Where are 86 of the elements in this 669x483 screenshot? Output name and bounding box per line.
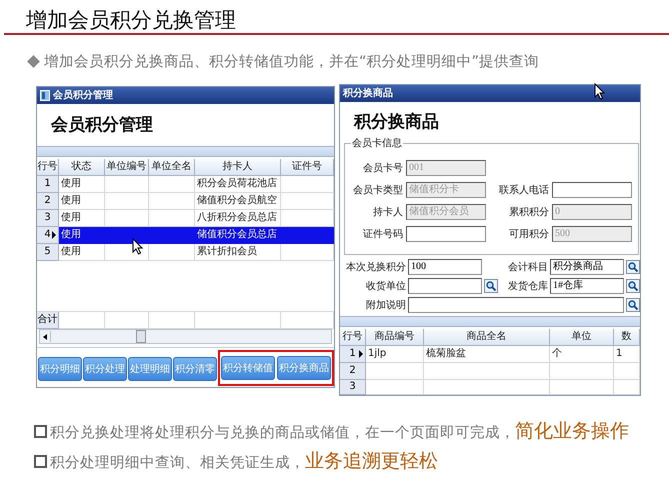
column-header[interactable]: 数 bbox=[614, 329, 640, 346]
table-cell: 储值积分会员总店 bbox=[195, 227, 281, 244]
field-label: 会计科目 bbox=[507, 260, 548, 274]
row-number-cell: 4 bbox=[37, 227, 59, 244]
input-field[interactable]: 1#仓库 bbox=[550, 278, 624, 294]
table-cell: 个 bbox=[550, 346, 614, 363]
table-cell bbox=[614, 380, 640, 395]
column-header[interactable]: 行号 bbox=[37, 159, 59, 176]
note-text: 积分兑换处理将处理积分与兑换的商品或储值，在一个页面即可完成，简化业务操作 bbox=[50, 419, 629, 444]
slide-title: 增加会员积分兑换管理 bbox=[25, 7, 237, 33]
table-cell: 1jlp bbox=[366, 346, 424, 363]
scroll-left-arrow-icon[interactable] bbox=[43, 334, 47, 340]
table-cell bbox=[281, 227, 334, 244]
app-icon bbox=[40, 90, 50, 101]
search-icon[interactable] bbox=[484, 279, 498, 293]
table-cell bbox=[366, 363, 424, 380]
field-label: 收货单位 bbox=[365, 280, 406, 293]
search-icon[interactable] bbox=[626, 298, 640, 312]
table-cell bbox=[105, 193, 149, 210]
search-icon[interactable] bbox=[626, 279, 640, 293]
field-label: 本次兑换积分 bbox=[345, 260, 406, 274]
input-field[interactable]: 积分换商品 bbox=[550, 259, 624, 275]
column-header[interactable]: 商品全名 bbox=[424, 329, 550, 346]
field-label: 累积积分 bbox=[508, 206, 549, 219]
input-field[interactable]: 100 bbox=[408, 259, 482, 275]
table-cell bbox=[149, 193, 195, 210]
table-cell bbox=[366, 380, 424, 395]
field-label: 发货仓库 bbox=[507, 280, 548, 293]
form-heading: 会员积分管理 bbox=[50, 114, 154, 137]
row-number-cell: 3 bbox=[340, 380, 366, 395]
note-text: 积分处理明细中查询、相关凭证生成，业务追溯更轻松 bbox=[50, 449, 438, 474]
scrollbar-thumb[interactable] bbox=[136, 330, 146, 343]
table-cell bbox=[281, 193, 334, 210]
row-number-cell: 1 bbox=[340, 346, 366, 363]
column-header[interactable]: 单位编号 bbox=[105, 159, 149, 176]
row-number-cell: 2 bbox=[37, 193, 59, 210]
field-label: 会员卡类型 bbox=[352, 184, 403, 197]
table-cell bbox=[105, 176, 149, 193]
square-bullet-icon bbox=[34, 424, 47, 438]
column-header[interactable]: 行号 bbox=[340, 329, 366, 346]
total-label: 合计 bbox=[37, 312, 59, 329]
table-cell bbox=[149, 244, 195, 261]
table-cell: 使用 bbox=[59, 244, 105, 261]
table-cell: 使用 bbox=[59, 193, 105, 210]
field-label: 持卡人 bbox=[372, 206, 403, 219]
row-number-cell: 5 bbox=[37, 244, 59, 261]
field-label: 会员卡号 bbox=[362, 162, 403, 175]
window-title: 会员积分管理 bbox=[53, 88, 113, 103]
field-label: 联系人电话 bbox=[498, 184, 549, 197]
table-cell bbox=[149, 176, 195, 193]
field-label: 可用积分 bbox=[508, 228, 549, 241]
column-header[interactable]: 商品编号 bbox=[366, 329, 424, 346]
column-header[interactable]: 证件号 bbox=[281, 159, 334, 176]
table-cell bbox=[550, 363, 614, 380]
row-number-cell: 3 bbox=[37, 210, 59, 227]
group-legend: 会员卡信息 bbox=[351, 136, 403, 150]
input-field[interactable] bbox=[552, 182, 632, 198]
square-bullet-icon bbox=[34, 454, 47, 468]
table-cell bbox=[614, 363, 640, 380]
table-cell: 累计折扣会员 bbox=[195, 244, 281, 261]
window-title: 积分换商品 bbox=[343, 86, 393, 101]
column-header[interactable]: 持卡人 bbox=[195, 159, 281, 176]
column-header[interactable]: 单位 bbox=[550, 329, 614, 346]
table-cell: 使用 bbox=[59, 227, 105, 244]
field-label: 证件号码 bbox=[362, 228, 403, 241]
table-cell: 使用 bbox=[59, 176, 105, 193]
horizontal-scrollbar[interactable] bbox=[39, 329, 332, 344]
table-cell: 1 bbox=[614, 346, 640, 363]
intro-text: 增加会员积分兑换商品、积分转储值功能，并在“积分处理明细中”提供查询 bbox=[44, 52, 540, 71]
form-heading: 积分换商品 bbox=[352, 111, 440, 134]
table-cell bbox=[550, 380, 614, 395]
input-field[interactable] bbox=[406, 226, 486, 242]
input-field[interactable] bbox=[408, 278, 482, 294]
field-label: 附加说明 bbox=[365, 298, 406, 312]
input-field[interactable] bbox=[408, 297, 624, 313]
search-icon[interactable] bbox=[626, 260, 640, 274]
row-number-cell: 2 bbox=[340, 363, 366, 380]
table-cell bbox=[281, 176, 334, 193]
diamond-bullet-icon bbox=[27, 55, 40, 68]
table-cell: 梳菊脸盆 bbox=[424, 346, 550, 363]
table-cell: 储值积分会员航空 bbox=[195, 193, 281, 210]
table-cell: 积分会员荷花池店 bbox=[195, 176, 281, 193]
row-number-cell: 1 bbox=[37, 176, 59, 193]
column-header[interactable]: 状态 bbox=[59, 159, 105, 176]
table-cell bbox=[281, 244, 334, 261]
column-header[interactable]: 单位全名 bbox=[149, 159, 195, 176]
